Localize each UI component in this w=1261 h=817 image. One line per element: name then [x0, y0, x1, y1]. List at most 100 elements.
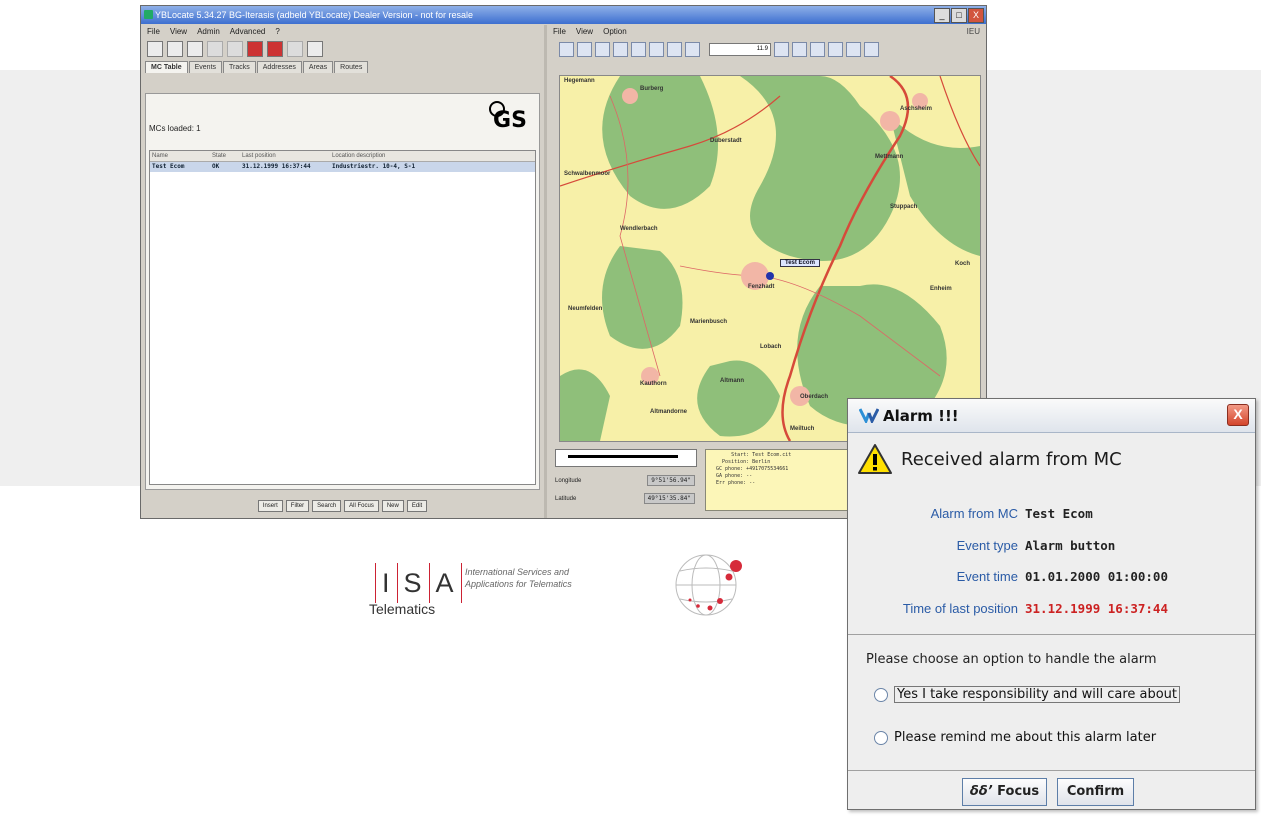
map-label: Stuppach: [890, 204, 918, 210]
focus-button[interactable]: δδ’ Focus: [962, 778, 1047, 806]
dialog-footer-separator: [848, 770, 1255, 771]
zoom-out-icon[interactable]: [613, 41, 628, 57]
open-icon[interactable]: [167, 41, 183, 57]
measure-icon[interactable]: [649, 41, 664, 57]
menu-view[interactable]: View: [170, 25, 187, 39]
edit-button[interactable]: Edit: [406, 500, 428, 512]
map-label: Mettmann: [875, 154, 904, 160]
print-map-icon[interactable]: [846, 41, 861, 57]
map-label: Duberstadt: [710, 138, 742, 144]
event-time-value: 01.01.2000 01:00:00: [1025, 569, 1168, 584]
left-menubar: File View Admin Advanced ?: [141, 25, 544, 39]
tab-addresses[interactable]: Addresses: [256, 61, 302, 73]
cell-name: Test Ecom: [152, 163, 185, 170]
map-label: Kauthorn: [640, 381, 667, 387]
map-label: Oberdach: [800, 394, 829, 400]
map-menu-view[interactable]: View: [576, 25, 593, 39]
map-label: Wendlerbach: [620, 226, 658, 232]
zoom-dropdown-icon[interactable]: [774, 41, 789, 57]
tab-events[interactable]: Events: [188, 61, 223, 73]
map-menu-option[interactable]: Option: [603, 25, 627, 39]
all-focus-button[interactable]: All Focus: [344, 500, 379, 512]
record-icon[interactable]: [247, 41, 263, 57]
col-state[interactable]: State: [212, 151, 242, 161]
dialog-close-button[interactable]: X: [1227, 404, 1249, 426]
close-button[interactable]: X: [968, 8, 984, 23]
isa-tagline: International Services and Applications …: [465, 567, 572, 589]
zoom-in-icon[interactable]: [595, 41, 610, 57]
route-icon[interactable]: [667, 41, 682, 57]
menu-help[interactable]: ?: [275, 25, 279, 39]
tab-mc-table[interactable]: MC Table: [145, 61, 188, 73]
stop-icon[interactable]: [267, 41, 283, 57]
cut-icon[interactable]: [207, 41, 223, 57]
isa-subtitle: Telematics: [369, 601, 436, 617]
last-position-row: Time of last position 31.12.1999 16:37:4…: [848, 599, 1255, 619]
minimize-button[interactable]: _: [934, 8, 950, 23]
export-icon[interactable]: [864, 41, 879, 57]
cell-location: Industriestr. 10-4, S-1: [332, 163, 416, 170]
event-time-row: Event time 01.01.2000 01:00:00: [848, 567, 1255, 587]
filter-button[interactable]: Filter: [285, 500, 310, 512]
take-responsibility-option[interactable]: Yes I take responsibility and will care …: [874, 686, 1181, 703]
pointer-icon[interactable]: [559, 41, 574, 57]
zoom-area-icon[interactable]: [631, 41, 646, 57]
focus-label: Focus: [997, 784, 1040, 799]
print-icon[interactable]: [187, 41, 203, 57]
info-icon[interactable]: [307, 41, 323, 57]
warning-icon: [858, 444, 892, 474]
map-label: Neumfelden: [568, 306, 603, 312]
dialog-title: Alarm !!!: [883, 407, 959, 425]
vehicle-marker[interactable]: Test Ecom: [780, 259, 820, 267]
layers-icon[interactable]: [792, 41, 807, 57]
menu-admin[interactable]: Admin: [197, 25, 220, 39]
confirm-button[interactable]: Confirm: [1057, 778, 1134, 806]
tab-tracks[interactable]: Tracks: [223, 61, 256, 73]
grid-icon[interactable]: [810, 41, 825, 57]
menu-advanced[interactable]: Advanced: [230, 25, 266, 39]
right-menubar: File View Option IEU: [547, 25, 986, 39]
dialog-separator: [848, 634, 1255, 635]
map-view[interactable]: Hegemann Burberg Aschsheim Schwalbenmoor…: [559, 75, 981, 442]
latitude-row: Latitude 49°15'35.84": [555, 493, 695, 504]
dialog-titlebar[interactable]: Alarm !!! X: [848, 399, 1255, 433]
map-label: Lobach: [760, 344, 782, 350]
menu-file[interactable]: File: [147, 25, 160, 39]
radio-button[interactable]: [874, 687, 888, 702]
table-row[interactable]: Test Ecom OK 31.12.1999 16:37:44 Industr…: [150, 162, 535, 172]
edit-icon[interactable]: [828, 41, 843, 57]
radio-button[interactable]: [874, 730, 888, 745]
col-location[interactable]: Location description: [332, 151, 535, 161]
refresh-icon[interactable]: [685, 41, 700, 57]
longitude-row: Longitude 9°51'56.94": [555, 475, 695, 486]
settings-icon[interactable]: [287, 41, 303, 57]
new-icon[interactable]: [147, 41, 163, 57]
map-label: Aschsheim: [900, 106, 933, 112]
tab-areas[interactable]: Areas: [302, 61, 334, 73]
tab-routes[interactable]: Routes: [334, 61, 369, 73]
option-label: Please remind me about this alarm later: [894, 730, 1157, 745]
col-last-position[interactable]: Last position: [242, 151, 332, 161]
event-type-value: Alarm button: [1025, 538, 1116, 553]
zoom-level-field[interactable]: 11.9: [709, 42, 771, 56]
glasses-icon: δδ’: [969, 784, 993, 799]
window-titlebar[interactable]: YBLocate 5.34.27 BG-Iterasis (adbeld YBL…: [141, 6, 986, 24]
remind-later-option[interactable]: Please remind me about this alarm later: [874, 730, 1156, 745]
col-name[interactable]: Name: [150, 151, 212, 161]
pan-icon[interactable]: [577, 41, 592, 57]
gs-logo: GS: [489, 100, 531, 142]
isa-letter: S: [403, 567, 423, 598]
alarm-dialog: Alarm !!! X Received alarm from MC Alarm…: [847, 398, 1256, 810]
mc-table: Name State Last position Location descri…: [149, 150, 536, 485]
search-button[interactable]: Search: [312, 500, 342, 512]
insert-button[interactable]: Insert: [257, 500, 283, 512]
map-menu-indicator: IEU: [966, 27, 980, 36]
latitude-label: Latitude: [555, 495, 577, 502]
maximize-button[interactable]: □: [951, 8, 967, 23]
alarm-from-row: Alarm from MC Test Ecom: [848, 504, 1255, 524]
new-button[interactable]: New: [381, 500, 404, 512]
map-label: Hegemann: [564, 78, 595, 84]
map-menu-file[interactable]: File: [553, 25, 566, 39]
copy-icon[interactable]: [227, 41, 243, 57]
mcs-loaded-label: MCs loaded: 1: [149, 124, 201, 133]
